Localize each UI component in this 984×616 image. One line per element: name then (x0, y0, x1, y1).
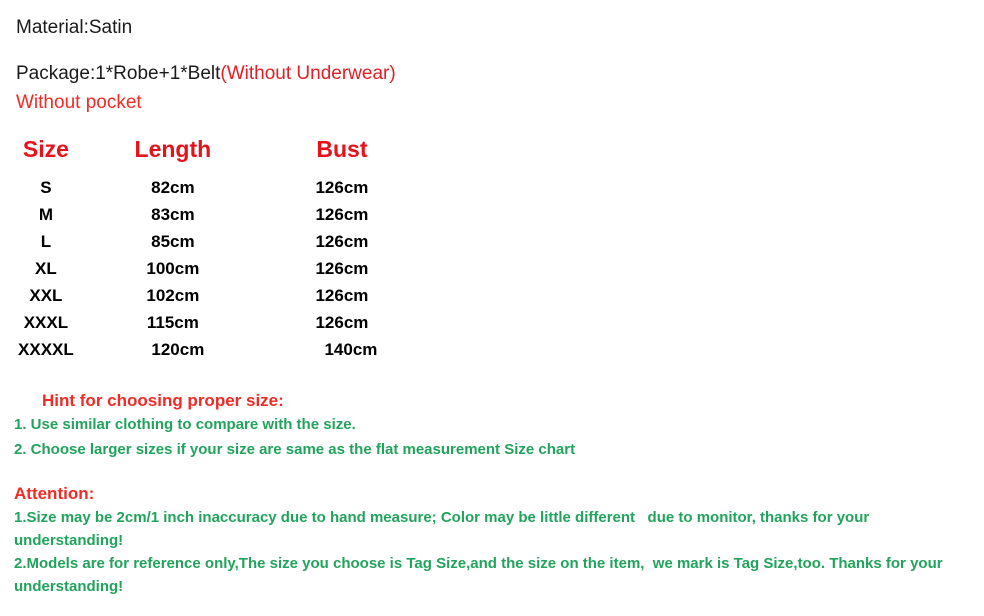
table-row: XXXXL 120cm 140cm (0, 336, 430, 363)
cell-size: L (40, 232, 52, 251)
cell-bust: 126cm (315, 232, 369, 251)
package-line: Package:1*Robe+1*Belt(Without Underwear) (16, 58, 956, 89)
table-row: XXL 102cm 126cm (0, 282, 430, 309)
cell-bust: 126cm (315, 313, 369, 332)
cell-size: XL (35, 259, 57, 278)
attention-item-1: 1.Size may be 2cm/1 inch inaccuracy due … (14, 509, 874, 549)
cell-size: XXXXL (18, 340, 74, 359)
table-header-row: Size Length Bust (0, 136, 430, 174)
hint-title: Hint for choosing proper size: (42, 391, 284, 410)
column-header-length: Length (134, 136, 212, 162)
size-chart-page: Material:Satin Package:1*Robe+1*Belt(Wit… (0, 0, 984, 616)
column-header-bust: Bust (316, 136, 368, 162)
cell-length: 100cm (146, 259, 200, 278)
cell-bust: 140cm (324, 340, 378, 359)
table-row: S 82cm 126cm (0, 174, 430, 201)
hint-item-1: 1. Use similar clothing to compare with … (14, 416, 356, 433)
cell-bust: 126cm (315, 286, 369, 305)
package-label: Package:1*Robe+1*Belt (16, 63, 221, 84)
hint-block: Hint for choosing proper size: 1. Use si… (14, 390, 964, 462)
cell-size: S (40, 178, 52, 197)
cell-size: M (38, 205, 53, 224)
attention-block: Attention: 1.Size may be 2cm/1 inch inac… (14, 482, 966, 598)
package-note: (Without Underwear) (220, 63, 396, 84)
material-line: Material:Satin (16, 17, 133, 38)
pocket-note: Without pocket (16, 92, 142, 113)
cell-bust: 126cm (315, 205, 369, 224)
cell-length: 102cm (146, 286, 200, 305)
cell-bust: 126cm (315, 259, 369, 278)
cell-length: 85cm (151, 232, 195, 251)
cell-length: 120cm (151, 340, 205, 359)
cell-length: 83cm (151, 205, 195, 224)
table-row: M 83cm 126cm (0, 201, 430, 228)
cell-length: 115cm (146, 313, 199, 332)
cell-length: 82cm (151, 178, 195, 197)
hint-item-2: 2. Choose larger sizes if your size are … (14, 441, 576, 458)
cell-bust: 126cm (315, 178, 369, 197)
cell-size: XXXL (23, 313, 69, 332)
product-info-block: Material:Satin Package:1*Robe+1*Belt(Wit… (16, 12, 956, 117)
table-row: L 85cm 126cm (0, 228, 430, 255)
attention-item-2: 2.Models are for reference only,The size… (14, 555, 947, 595)
table-row: XL 100cm 126cm (0, 255, 430, 282)
size-chart-table: Size Length Bust S 82cm 126cm M 83cm 126… (0, 136, 430, 363)
table-row: XXXL 115cm 126cm (0, 309, 430, 336)
cell-size: XXL (29, 286, 63, 305)
column-header-size: Size (22, 136, 69, 162)
attention-title: Attention: (14, 484, 95, 503)
